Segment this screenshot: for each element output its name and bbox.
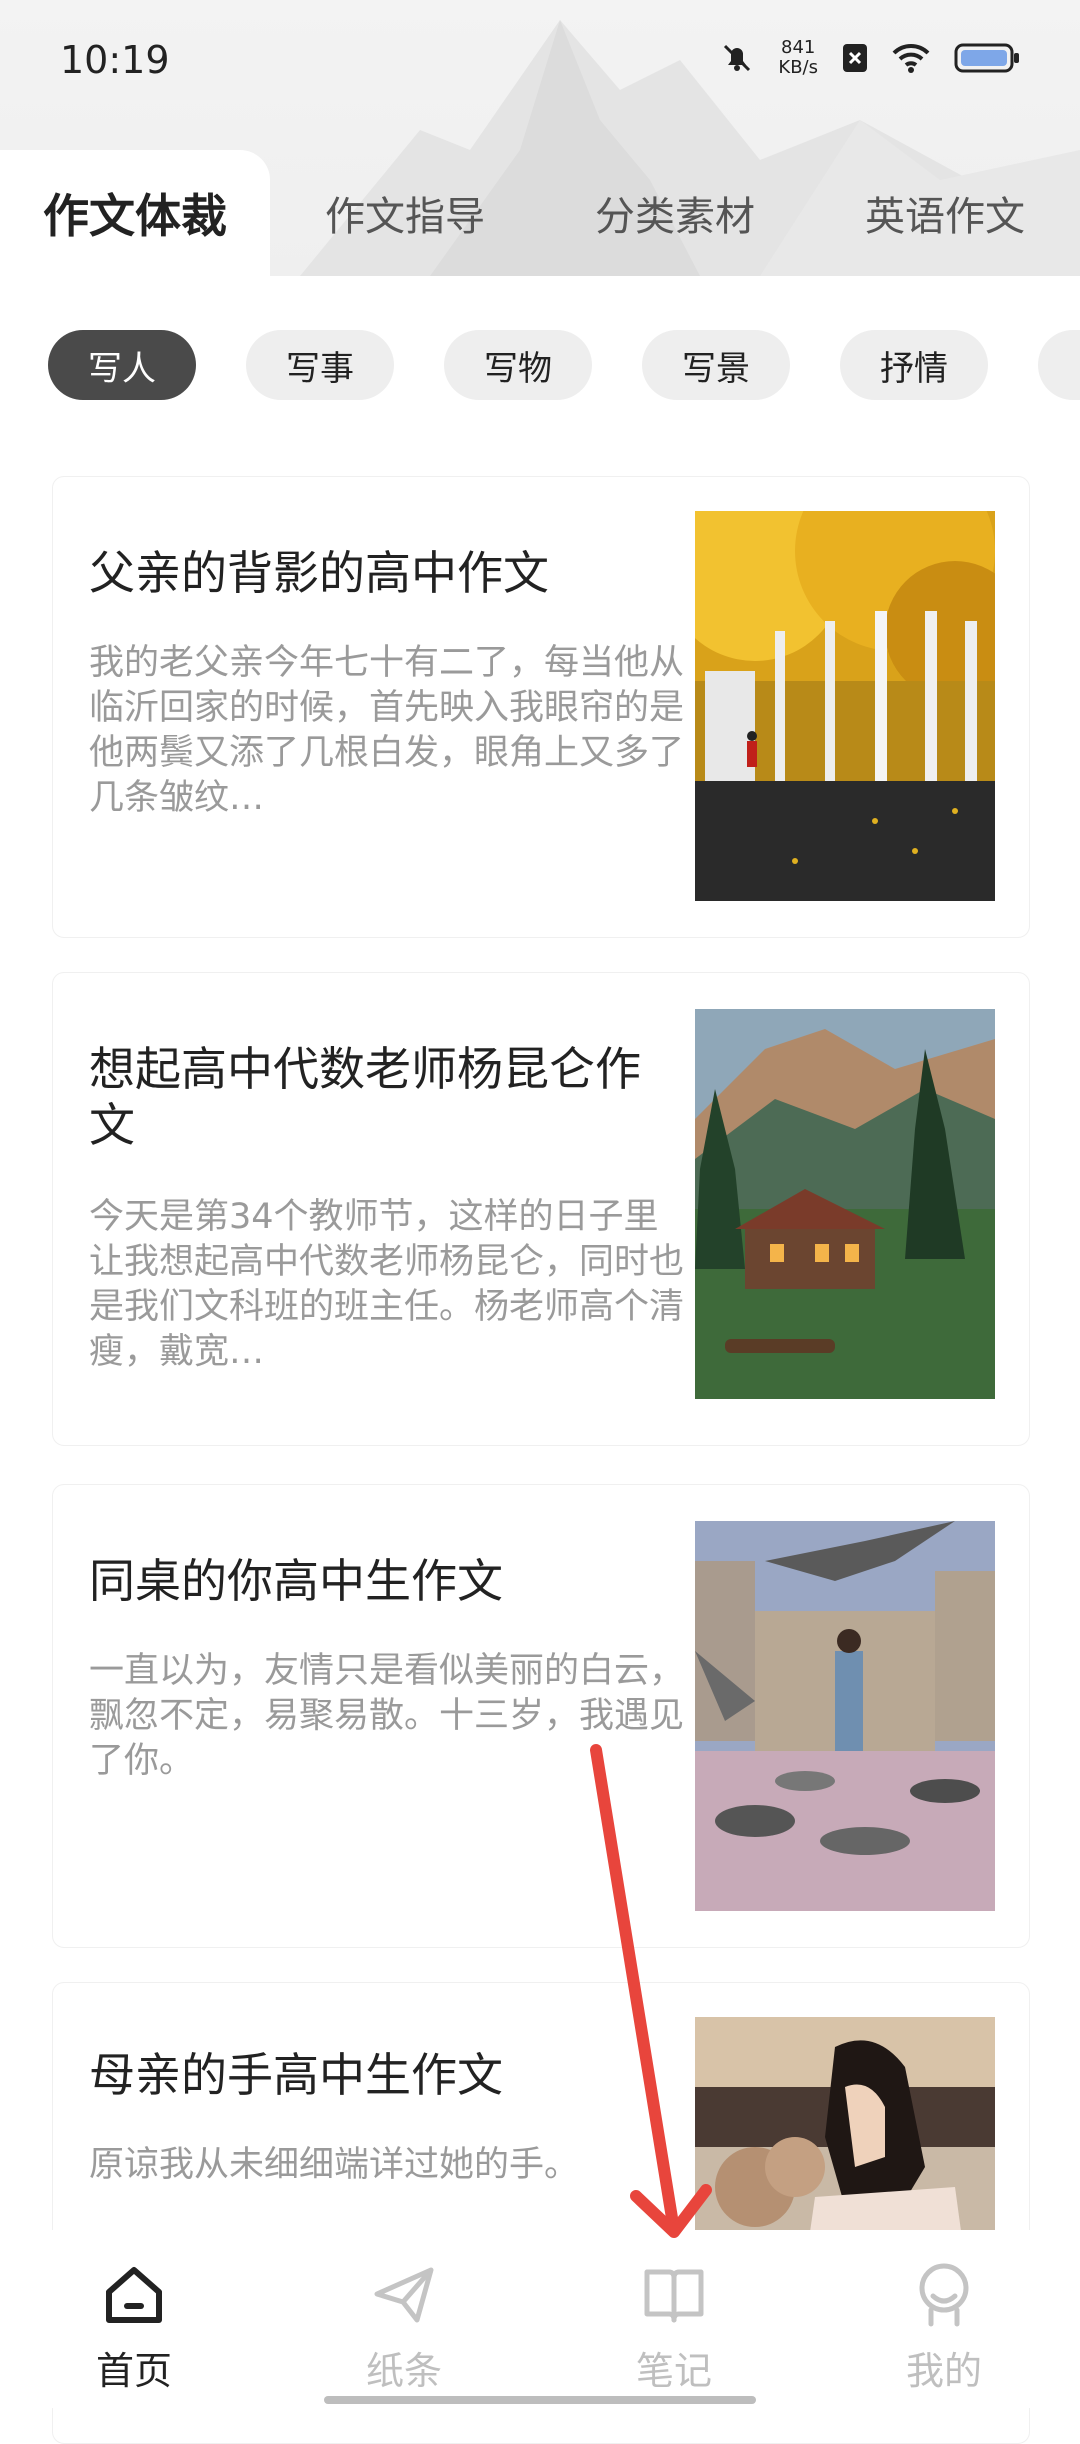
chip-people[interactable]: 写人 xyxy=(48,330,196,400)
article-thumbnail xyxy=(695,1521,995,1911)
close-box-icon xyxy=(842,43,868,73)
article-title: 母亲的手高中生作文 xyxy=(89,2048,503,2102)
article-card[interactable]: 父亲的背影的高中作文 我的老父亲今年七十有二了，每当他从临沂回家的时候，首先映入… xyxy=(52,476,1030,938)
nav-label: 笔记 xyxy=(635,2349,712,2393)
status-bar: 10:19 841 KB/s xyxy=(0,0,1080,128)
article-title: 父亲的背影的高中作文 xyxy=(89,546,549,600)
article-excerpt: 一直以为，友情只是看似美丽的白云，飘忽不定，易聚易散。十三岁，我遇见了你。 xyxy=(89,1651,685,1781)
tab-composition-genre[interactable]: 作文体裁 xyxy=(0,150,270,276)
article-card[interactable]: 同桌的你高中生作文 一直以为，友情只是看似美丽的白云，飘忽不定，易聚易散。十三岁… xyxy=(52,1484,1030,1948)
article-excerpt: 今天是第34个教师节，这样的日子里让我想起高中代数老师杨昆仑，同时也是我们文科班… xyxy=(89,1197,685,1372)
tab-writing-guide[interactable]: 作文指导 xyxy=(300,150,510,276)
article-title: 想起高中代数老师杨昆仑作文 xyxy=(89,1042,641,1152)
chip-scenery[interactable]: 写景 xyxy=(642,330,790,400)
paper-plane-icon xyxy=(369,2260,439,2330)
wifi-icon xyxy=(892,43,930,73)
article-card[interactable]: 想起高中代数老师杨昆仑作文 今天是第34个教师节，这样的日子里让我想起高中代数老… xyxy=(52,972,1030,1446)
nav-label: 纸条 xyxy=(365,2349,442,2393)
battery-icon xyxy=(954,42,1020,74)
article-thumbnail xyxy=(695,511,995,901)
nav-notes-paper[interactable]: 纸条 xyxy=(304,2260,504,2400)
category-chips: 写人 写事 写物 写景 抒情 xyxy=(0,330,1080,404)
article-excerpt: 原谅我从未细细端详过她的手。 xyxy=(89,2145,580,2185)
bottom-nav: 首页 纸条 笔记 我的 xyxy=(0,2230,1080,2408)
nav-home[interactable]: 首页 xyxy=(34,2260,234,2400)
nav-profile[interactable]: 我的 xyxy=(844,2260,1044,2400)
chip-objects[interactable]: 写物 xyxy=(444,330,592,400)
nav-label: 我的 xyxy=(905,2349,982,2393)
genre-tabs: 作文体裁 作文指导 分类素材 英语作文 xyxy=(0,150,1080,276)
chip-more[interactable] xyxy=(1038,330,1080,400)
net-speed: 841 KB/s xyxy=(778,37,818,78)
chip-events[interactable]: 写事 xyxy=(246,330,394,400)
tab-english-composition[interactable]: 英语作文 xyxy=(840,150,1050,276)
home-icon xyxy=(99,2260,169,2330)
article-title: 同桌的你高中生作文 xyxy=(89,1554,503,1608)
mute-bell-icon xyxy=(720,41,754,75)
chip-emotion[interactable]: 抒情 xyxy=(840,330,988,400)
home-indicator[interactable] xyxy=(324,2396,756,2404)
book-icon xyxy=(639,2260,709,2330)
nav-label: 首页 xyxy=(95,2349,172,2393)
tab-classified-material[interactable]: 分类素材 xyxy=(570,150,780,276)
nav-notebook[interactable]: 笔记 xyxy=(574,2260,774,2400)
profile-icon xyxy=(909,2260,979,2330)
status-time: 10:19 xyxy=(60,38,170,82)
status-icons: 841 KB/s xyxy=(720,38,1020,78)
article-thumbnail xyxy=(695,1009,995,1399)
article-excerpt: 我的老父亲今年七十有二了，每当他从临沂回家的时候，首先映入我眼帘的是他两鬓又添了… xyxy=(89,643,685,818)
